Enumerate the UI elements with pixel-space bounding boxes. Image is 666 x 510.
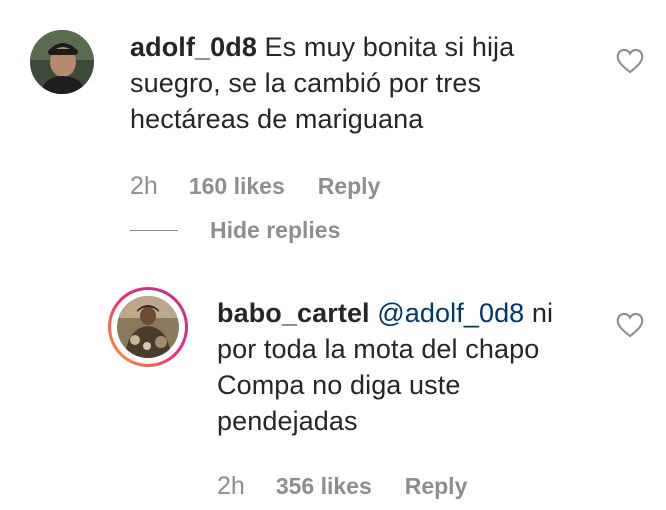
reply-text-line-4: pendejadas: [217, 406, 358, 436]
comment-time[interactable]: 2h: [130, 172, 158, 201]
comment-username[interactable]: adolf_0d8: [130, 32, 257, 62]
avatar[interactable]: [30, 30, 94, 94]
reply-username[interactable]: babo_cartel: [217, 298, 370, 328]
reply-body: babo_cartel @adolf_0d8 ni por toda la mo…: [217, 295, 553, 439]
reply-likes[interactable]: 356 likes: [276, 473, 372, 500]
heart-outline-icon[interactable]: [616, 48, 644, 74]
reply-time[interactable]: 2h: [217, 472, 245, 501]
comment-meta: 2h 160 likes Reply: [130, 172, 380, 201]
reply-mention-link[interactable]: @adolf_0d8: [377, 298, 524, 328]
heart-outline-icon[interactable]: [616, 312, 644, 338]
comment-text-line-3: hectáreas de mariguana: [130, 104, 424, 134]
comment-reply-button[interactable]: Reply: [318, 173, 381, 200]
reply-text-line-3: Compa no diga uste: [217, 370, 461, 400]
reply-text-line-2: por toda la mota del chapo: [217, 334, 540, 364]
avatar-photo-icon: [117, 296, 179, 358]
hide-replies-divider: [130, 230, 178, 231]
comment-text-line-1: Es muy bonita si hija: [264, 32, 515, 62]
comment-body: adolf_0d8 Es muy bonita si hija suegro, …: [130, 29, 514, 137]
hide-replies-label: Hide replies: [210, 217, 341, 243]
reply-meta: 2h 356 likes Reply: [217, 472, 467, 501]
comment-likes[interactable]: 160 likes: [189, 173, 285, 200]
avatar-photo-icon: [30, 30, 94, 94]
hide-replies-button[interactable]: Hide replies: [130, 217, 340, 244]
avatar[interactable]: [117, 296, 179, 358]
reply-reply-button[interactable]: Reply: [405, 473, 468, 500]
comment-text-line-2: suegro, se la cambió por tres: [130, 68, 482, 98]
reply-text-line-1: ni: [531, 298, 554, 328]
